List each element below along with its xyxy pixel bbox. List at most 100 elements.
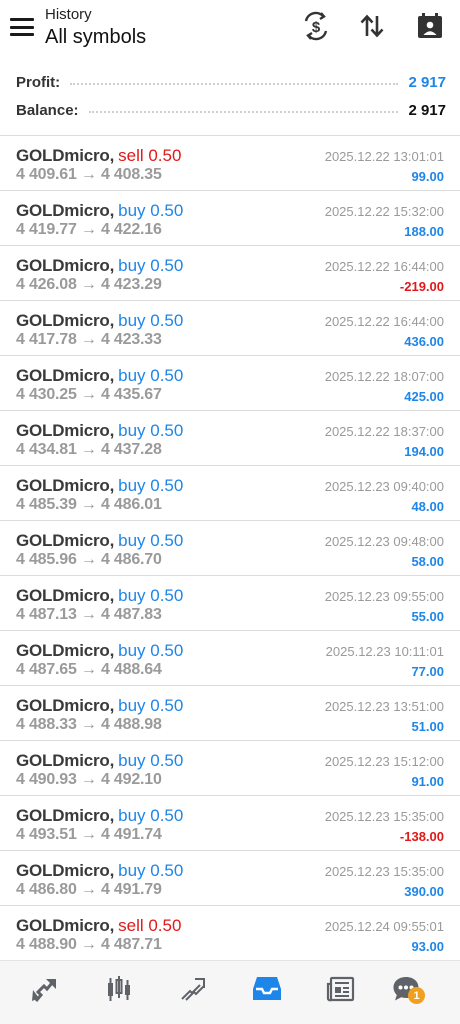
trade-prices: 4 487.65 → 4 488.64 bbox=[16, 661, 162, 678]
trade-icon[interactable] bbox=[173, 969, 213, 1009]
trade-datetime: 2025.12.22 13:01:01 bbox=[324, 149, 444, 164]
messages-icon[interactable]: 1 bbox=[386, 969, 426, 1009]
balance-row: Balance: 2 917 bbox=[16, 98, 446, 122]
trade-prices: 4 430.25 → 4 435.67 bbox=[16, 386, 162, 403]
trade-row[interactable]: GOLDmicro, buy 0.50 4 493.51 → 4 491.74 202… bbox=[0, 795, 460, 850]
trade-row[interactable]: GOLDmicro, buy 0.50 4 419.77 → 4 422.16 202… bbox=[0, 190, 460, 245]
trade-symbol: GOLDmicro, bbox=[16, 146, 115, 165]
trade-prices: 4 487.13 → 4 487.83 bbox=[16, 606, 162, 623]
trade-row[interactable]: GOLDmicro, buy 0.50 4 485.39 → 4 486.01 202… bbox=[0, 465, 460, 520]
trade-side: buy 0.50 bbox=[118, 256, 184, 275]
bottom-navigation: 1 bbox=[0, 960, 460, 1024]
trade-side: sell 0.50 bbox=[118, 146, 182, 165]
trade-datetime: 2025.12.23 13:51:00 bbox=[324, 699, 444, 714]
trade-side: buy 0.50 bbox=[118, 861, 184, 880]
trade-side: buy 0.50 bbox=[118, 696, 184, 715]
balance-label: Balance: bbox=[16, 101, 79, 119]
trade-prices: 4 485.96 → 4 486.70 bbox=[16, 551, 162, 568]
trade-prices: 4 409.61 → 4 408.35 bbox=[16, 166, 162, 183]
history-icon[interactable] bbox=[247, 969, 287, 1009]
trade-symbol: GOLDmicro, bbox=[16, 641, 115, 660]
svg-text:$: $ bbox=[312, 19, 321, 36]
news-icon[interactable] bbox=[321, 969, 361, 1009]
trade-row[interactable]: GOLDmicro, sell 0.50 4 488.90 → 4 487.71 20… bbox=[0, 905, 460, 960]
trade-symbol: GOLDmicro, bbox=[16, 421, 115, 440]
trade-symbol: GOLDmicro, bbox=[16, 586, 115, 605]
trade-prices: 4 485.39 → 4 486.01 bbox=[16, 496, 162, 513]
symbol-filter-title[interactable]: All symbols bbox=[45, 26, 146, 49]
currency-exchange-icon[interactable]: $ bbox=[300, 10, 332, 42]
menu-icon[interactable] bbox=[10, 16, 34, 38]
trade-profit: 436.00 bbox=[404, 334, 444, 349]
trade-row[interactable]: GOLDmicro, sell 0.50 4 409.61 → 4 408.35 20… bbox=[0, 135, 460, 190]
trade-row[interactable]: GOLDmicro, buy 0.50 4 487.65 → 4 488.64 202… bbox=[0, 630, 460, 685]
trade-symbol: GOLDmicro, bbox=[16, 366, 115, 385]
trade-row[interactable]: GOLDmicro, buy 0.50 4 488.33 → 4 488.98 202… bbox=[0, 685, 460, 740]
trade-row[interactable]: GOLDmicro, buy 0.50 4 490.93 → 4 492.10 202… bbox=[0, 740, 460, 795]
balance-value: 2 917 bbox=[408, 101, 446, 119]
trade-side: buy 0.50 bbox=[118, 751, 184, 770]
page-subtitle: History bbox=[45, 6, 92, 23]
trade-row[interactable]: GOLDmicro, buy 0.50 4 434.81 → 4 437.28 202… bbox=[0, 410, 460, 465]
trade-datetime: 2025.12.23 15:35:00 bbox=[324, 809, 444, 824]
trade-datetime: 2025.12.22 16:44:00 bbox=[324, 314, 444, 329]
profit-value: 2 917 bbox=[408, 73, 446, 91]
trade-datetime: 2025.12.23 15:35:00 bbox=[324, 864, 444, 879]
trade-prices: 4 493.51 → 4 491.74 bbox=[16, 826, 162, 843]
trade-datetime: 2025.12.22 15:32:00 bbox=[324, 204, 444, 219]
top-bar: History All symbols $ bbox=[0, 0, 460, 60]
trade-side: sell 0.50 bbox=[118, 916, 182, 935]
trade-datetime: 2025.12.22 16:44:00 bbox=[324, 259, 444, 274]
trade-datetime: 2025.12.23 10:11:01 bbox=[325, 644, 444, 659]
trade-row[interactable]: GOLDmicro, buy 0.50 4 426.08 → 4 423.29 202… bbox=[0, 245, 460, 300]
trade-row[interactable]: GOLDmicro, buy 0.50 4 486.80 → 4 491.79 202… bbox=[0, 850, 460, 905]
trade-symbol: GOLDmicro, bbox=[16, 861, 115, 880]
chart-icon[interactable] bbox=[99, 969, 139, 1009]
trade-side: buy 0.50 bbox=[118, 421, 184, 440]
trade-prices: 4 488.90 → 4 487.71 bbox=[16, 936, 162, 953]
trade-symbol: GOLDmicro, bbox=[16, 476, 115, 495]
trade-row[interactable]: GOLDmicro, buy 0.50 4 430.25 → 4 435.67 202… bbox=[0, 355, 460, 410]
trade-datetime: 2025.12.22 18:07:00 bbox=[324, 369, 444, 384]
trade-symbol: GOLDmicro, bbox=[16, 751, 115, 770]
trade-profit: 93.00 bbox=[411, 939, 444, 954]
unread-badge: 1 bbox=[408, 987, 425, 1004]
trade-profit: 99.00 bbox=[411, 169, 444, 184]
trade-datetime: 2025.12.23 09:40:00 bbox=[324, 479, 444, 494]
dotted-leader bbox=[88, 111, 399, 113]
trade-side: buy 0.50 bbox=[118, 806, 184, 825]
trade-symbol: GOLDmicro, bbox=[16, 916, 115, 935]
trade-profit: 77.00 bbox=[411, 664, 444, 679]
trade-profit: 48.00 bbox=[411, 499, 444, 514]
trade-row[interactable]: GOLDmicro, buy 0.50 4 485.96 → 4 486.70 202… bbox=[0, 520, 460, 575]
trade-prices: 4 490.93 → 4 492.10 bbox=[16, 771, 162, 788]
trade-datetime: 2025.12.22 18:37:00 bbox=[324, 424, 444, 439]
trade-row[interactable]: GOLDmicro, buy 0.50 4 487.13 → 4 487.83 202… bbox=[0, 575, 460, 630]
sort-icon[interactable] bbox=[356, 10, 388, 42]
trade-side: buy 0.50 bbox=[118, 586, 184, 605]
calendar-icon[interactable] bbox=[414, 10, 446, 42]
trade-datetime: 2025.12.23 09:48:00 bbox=[324, 534, 444, 549]
trade-symbol: GOLDmicro, bbox=[16, 531, 115, 550]
profit-label: Profit: bbox=[16, 73, 61, 91]
trade-prices: 4 434.81 → 4 437.28 bbox=[16, 441, 162, 458]
trade-prices: 4 417.78 → 4 423.33 bbox=[16, 331, 162, 348]
trade-profit: -138.00 bbox=[399, 829, 444, 844]
trade-prices: 4 488.33 → 4 488.98 bbox=[16, 716, 162, 733]
trade-datetime: 2025.12.23 15:12:00 bbox=[324, 754, 444, 769]
trade-row[interactable]: GOLDmicro, buy 0.50 4 417.78 → 4 423.33 202… bbox=[0, 300, 460, 355]
trade-symbol: GOLDmicro, bbox=[16, 806, 115, 825]
trade-profit: 91.00 bbox=[411, 774, 444, 789]
trade-history-list: GOLDmicro, sell 0.50 4 409.61 → 4 408.35 20… bbox=[0, 135, 460, 960]
trade-prices: 4 419.77 → 4 422.16 bbox=[16, 221, 162, 238]
trade-profit: 55.00 bbox=[411, 609, 444, 624]
trade-side: buy 0.50 bbox=[118, 531, 184, 550]
trade-symbol: GOLDmicro, bbox=[16, 256, 115, 275]
trade-profit: 390.00 bbox=[404, 884, 444, 899]
account-summary: Profit: 2 917 Balance: 2 917 bbox=[0, 64, 460, 134]
quotes-icon[interactable] bbox=[25, 969, 65, 1009]
dotted-leader bbox=[70, 83, 399, 85]
trade-profit: 51.00 bbox=[411, 719, 444, 734]
trade-profit: 188.00 bbox=[404, 224, 444, 239]
profit-row: Profit: 2 917 bbox=[16, 70, 446, 94]
